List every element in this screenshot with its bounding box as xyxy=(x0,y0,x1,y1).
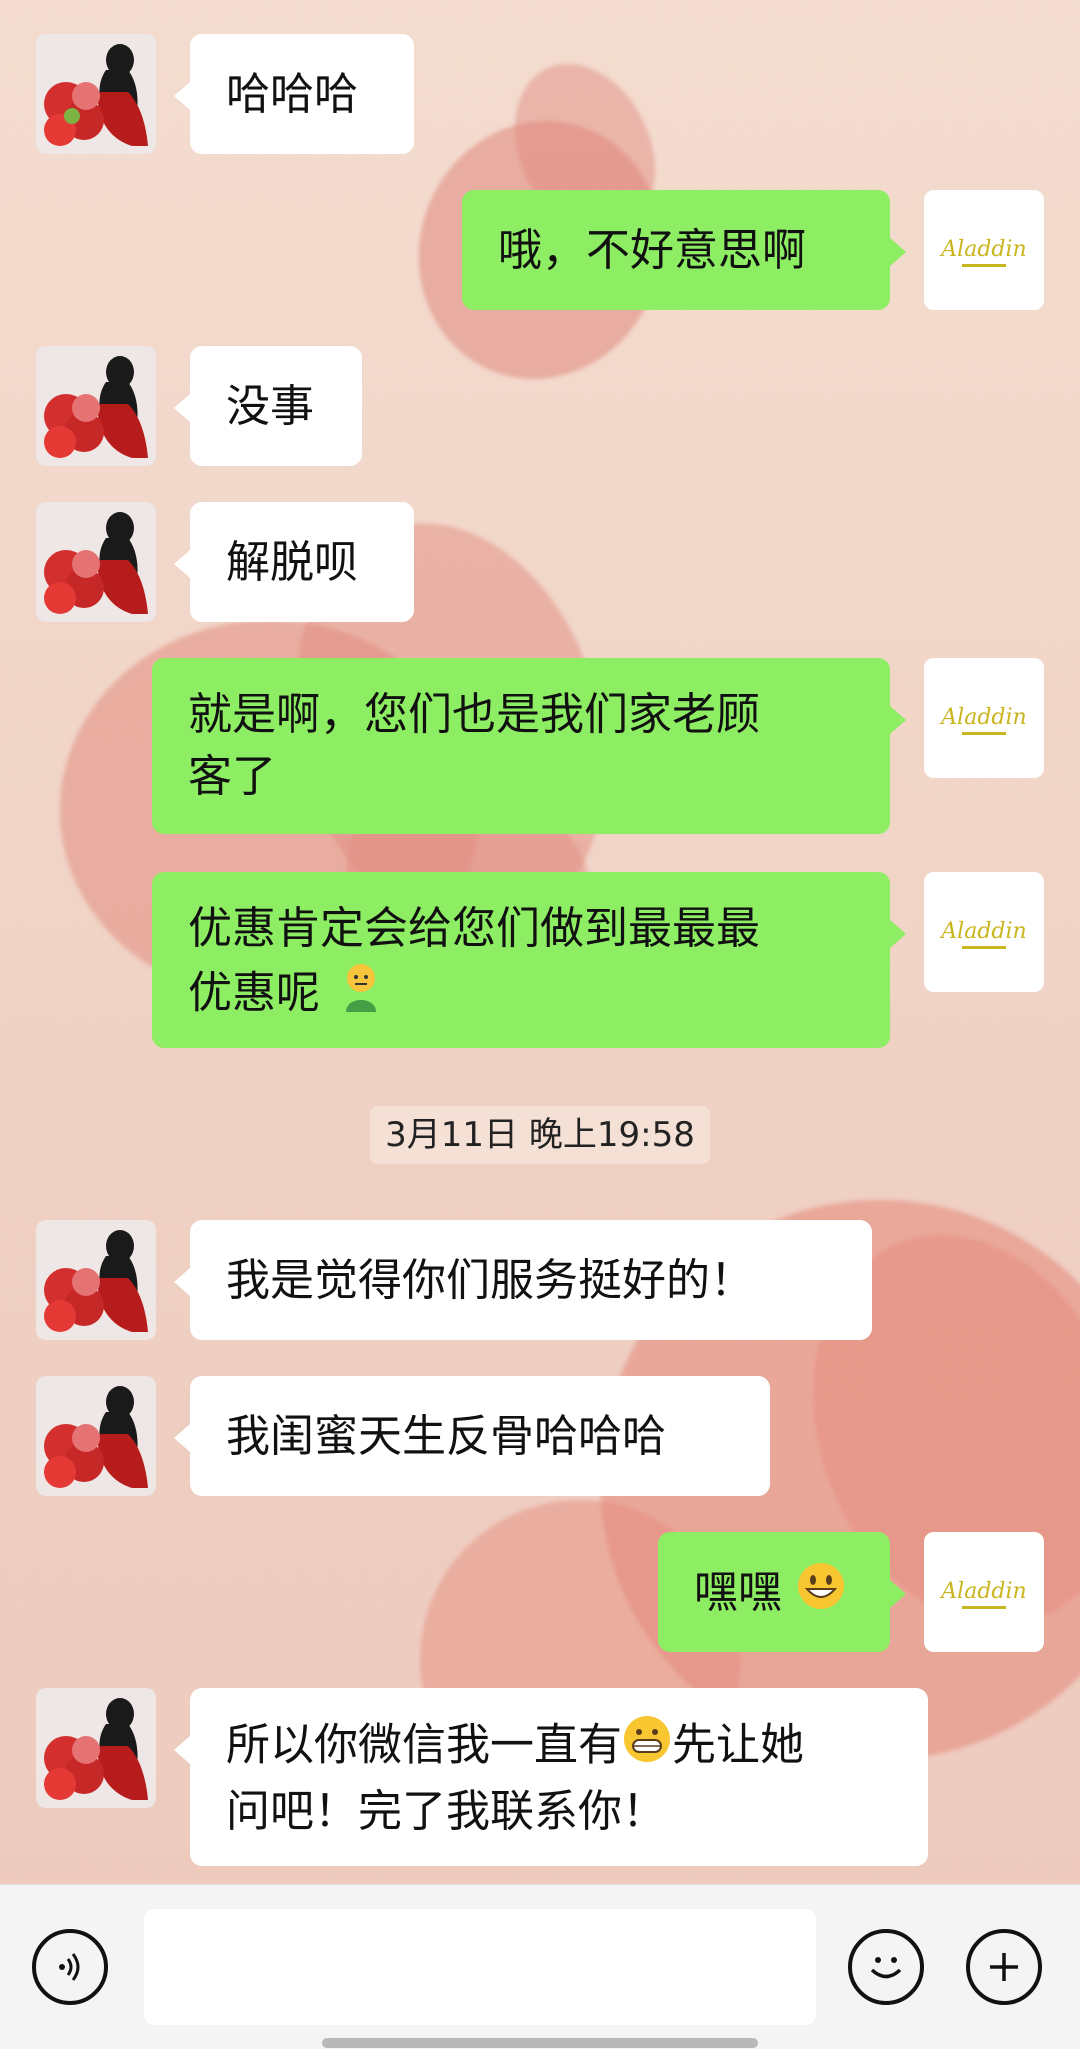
message-line: 问吧！完了我联系你！ xyxy=(226,1786,666,1837)
incoming-message[interactable]: 我闺蜜天生反骨哈哈哈 xyxy=(174,1376,770,1496)
outgoing-message[interactable]: 优惠肯定会给您们做到最最最 优惠呢 xyxy=(152,872,906,1048)
incoming-message[interactable]: 解脱呗 xyxy=(174,502,414,622)
message-text: 哈哈哈 xyxy=(226,69,358,120)
message-text: 嘿嘿 xyxy=(694,1567,782,1618)
message-line-text: 先让她 xyxy=(672,1719,804,1771)
contact-avatar[interactable] xyxy=(36,1688,156,1808)
incoming-message[interactable]: 所以你微信我一直有 先让她 问吧！完了我联系你！ xyxy=(174,1688,928,1866)
my-avatar[interactable]: Aladdin xyxy=(924,190,1044,310)
message-text: 解脱呗 xyxy=(226,537,358,588)
plus-icon[interactable] xyxy=(966,1929,1042,2005)
home-indicator[interactable] xyxy=(322,2038,758,2048)
outgoing-message[interactable]: 就是啊，您们也是我们家老顾 客了 xyxy=(152,658,906,834)
grinning-face-emoji-icon xyxy=(796,1561,846,1630)
emoji-icon[interactable] xyxy=(848,1929,924,2005)
brand-logo-text: Aladdin xyxy=(939,237,1026,262)
incoming-message[interactable]: 没事 xyxy=(174,346,362,466)
incoming-message[interactable]: 我是觉得你们服务挺好的！ xyxy=(174,1220,872,1340)
contact-avatar[interactable] xyxy=(36,1376,156,1496)
contact-avatar[interactable] xyxy=(36,346,156,466)
contact-avatar[interactable] xyxy=(36,34,156,154)
contact-avatar[interactable] xyxy=(36,502,156,622)
outgoing-message[interactable]: 哦，不好意思啊 xyxy=(462,190,906,310)
message-text: 没事 xyxy=(226,381,314,432)
contact-avatar[interactable] xyxy=(36,1220,156,1340)
message-text: 我是觉得你们服务挺好的！ xyxy=(226,1255,754,1306)
message-line: 客了 xyxy=(188,751,276,802)
my-avatar[interactable]: Aladdin xyxy=(924,872,1044,992)
message-line: 优惠呢 xyxy=(188,960,854,1031)
incoming-message[interactable]: 哈哈哈 xyxy=(174,34,414,154)
brand-logo-text: Aladdin xyxy=(939,705,1026,730)
message-text: 我闺蜜天生反骨哈哈哈 xyxy=(226,1411,666,1462)
message-text: 哦，不好意思啊 xyxy=(498,225,806,276)
message-input[interactable] xyxy=(144,1909,816,2025)
brand-logo-text: Aladdin xyxy=(939,919,1026,944)
message-line: 所以你微信我一直有 先让她 xyxy=(226,1714,892,1781)
message-line-text: 所以你微信我一直有 xyxy=(226,1719,622,1771)
voice-icon[interactable] xyxy=(32,1929,108,2005)
my-avatar[interactable]: Aladdin xyxy=(924,658,1044,778)
message-line: 就是啊，您们也是我们家老顾 xyxy=(188,689,760,740)
brand-logo-text: Aladdin xyxy=(939,1579,1026,1604)
outgoing-message[interactable]: 嘿嘿 xyxy=(658,1532,906,1652)
message-line-text: 优惠呢 xyxy=(188,967,320,1019)
my-avatar[interactable]: Aladdin xyxy=(924,1532,1044,1652)
man-emoji-icon xyxy=(334,960,388,1031)
grimacing-face-emoji-icon xyxy=(622,1714,672,1781)
message-line: 优惠肯定会给您们做到最最最 xyxy=(188,903,760,954)
chat-input-bar xyxy=(0,1884,1080,2049)
chat-timestamp: 3月11日 晚上19:58 xyxy=(370,1106,710,1164)
